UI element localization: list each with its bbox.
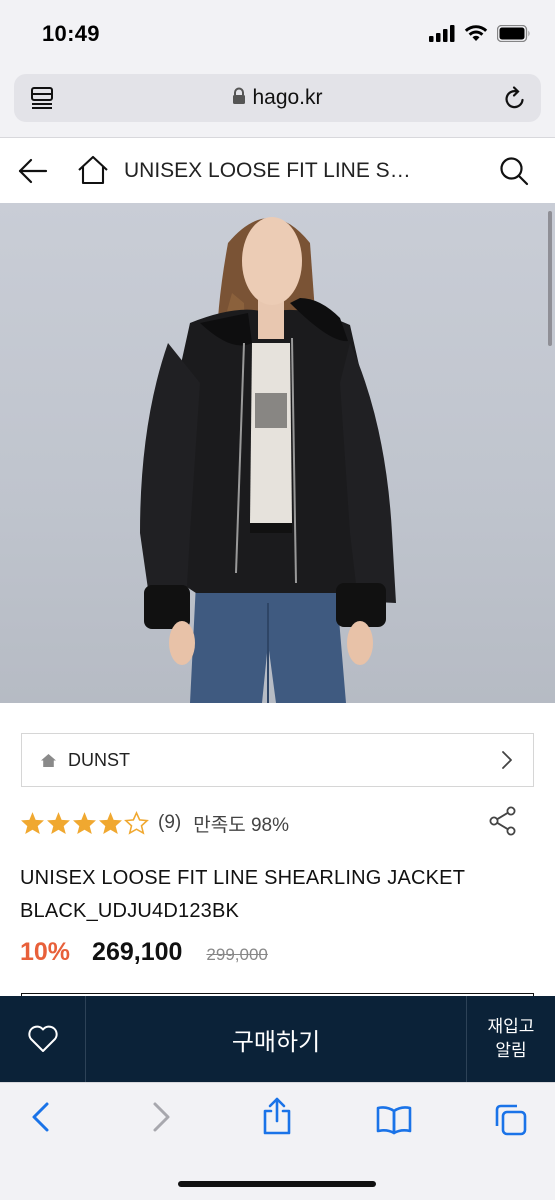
product-image[interactable] [0,203,555,703]
original-price: 299,000 [206,945,268,964]
satisfaction-rate: 만족도 98% [193,814,289,836]
tabs-icon[interactable] [494,1103,528,1142]
page-title: UNISEX LOOSE FIT LINE S… [124,159,411,182]
bookmarks-icon[interactable] [376,1105,412,1140]
cellular-signal-icon [429,24,455,47]
discount-rate: 10% [20,938,71,966]
price-row: 10% 269,100 299,000 [20,938,268,972]
status-time: 10:49 [42,21,100,46]
share-icon[interactable] [489,806,517,841]
battery-icon [496,24,531,47]
review-count[interactable]: (9) [158,812,181,834]
sale-price: 269,100 [92,938,183,966]
browser-address-area: hago.kr [0,66,555,138]
restock-label-line2: 알림 [495,1041,527,1060]
star-empty-icon [124,811,149,835]
chevron-right-icon [501,750,513,775]
rating-stars [20,811,149,835]
url-text: hago.kr [252,86,323,109]
product-title: UNISEX LOOSE FIT LINE SHEARLING JACKET B… [20,867,465,922]
buy-bar: 구매하기 재입고 알림 [0,996,555,1082]
star-full-icon [47,812,70,834]
status-bar: 10:49 [0,0,555,66]
heart-icon [27,1025,58,1052]
status-icons [429,24,531,47]
star-full-icon [99,812,122,834]
restock-label-line1: 재입고 [487,1017,535,1036]
back-arrow-icon[interactable] [18,157,48,190]
search-icon[interactable] [499,156,529,191]
forward-icon[interactable] [150,1101,172,1138]
wifi-icon [464,24,488,47]
reload-icon[interactable] [503,85,527,116]
share-sheet-icon[interactable] [262,1097,292,1140]
rating-row[interactable]: (9) 만족도 98% [20,808,289,838]
brand-name: DUNST [68,750,130,770]
star-full-icon [21,812,44,834]
product-photo-illustration [140,217,396,703]
brand-link[interactable]: DUNST [21,733,534,787]
scroll-indicator[interactable] [548,211,552,346]
site-header: UNISEX LOOSE FIT LINE S… [0,139,555,203]
restock-alert-button[interactable]: 재입고 알림 [466,996,555,1082]
home-icon[interactable] [77,155,109,190]
address-bar[interactable]: hago.kr [14,74,541,122]
star-full-icon [73,812,96,834]
buy-button[interactable]: 구매하기 [86,996,466,1082]
lock-icon [232,87,246,110]
back-icon[interactable] [30,1101,52,1138]
home-indicator [178,1181,376,1187]
brand-home-icon [40,753,57,773]
wishlist-button[interactable] [0,996,86,1082]
